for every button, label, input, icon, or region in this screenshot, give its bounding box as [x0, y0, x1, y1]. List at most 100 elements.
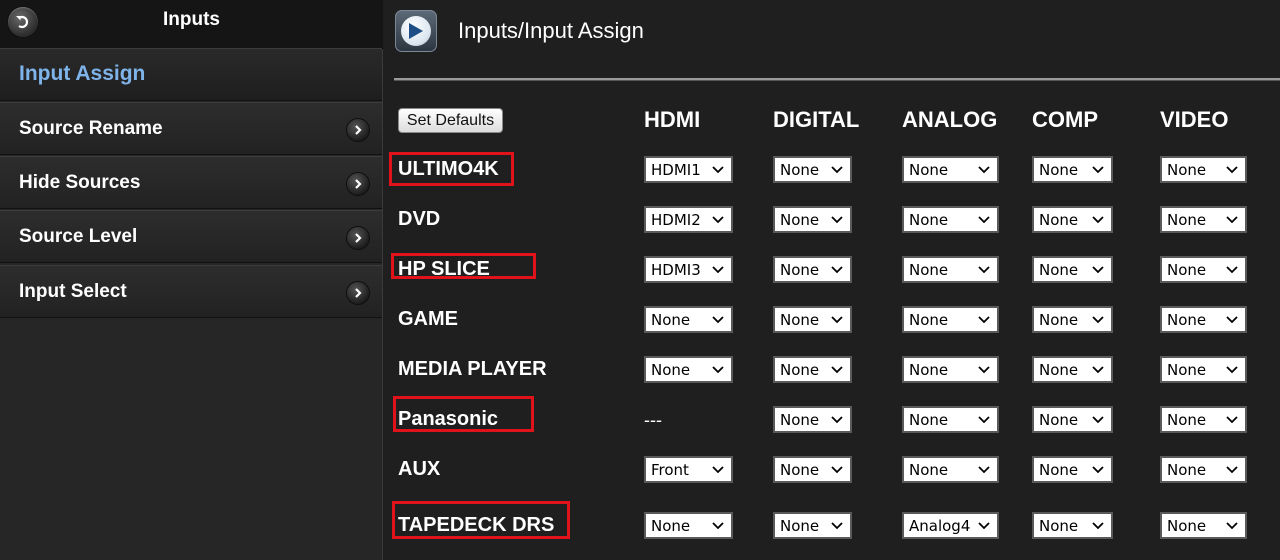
sidebar-item-label: Source Rename: [19, 118, 163, 139]
select-value: HDMI3: [651, 261, 701, 279]
sidebar-item-label: Source Level: [19, 226, 138, 247]
select-value: None: [780, 517, 820, 535]
video-select[interactable]: None: [1160, 456, 1247, 483]
sidebar-item-hide-sources[interactable]: Hide Sources: [0, 156, 382, 209]
select-value: None: [1167, 411, 1207, 429]
sidebar-item-source-rename[interactable]: Source Rename: [0, 102, 382, 155]
column-header-hdmi: HDMI: [644, 107, 701, 132]
select-value: None: [1039, 261, 1079, 279]
chevron-right-icon: [347, 119, 369, 141]
digital-select[interactable]: None: [773, 256, 852, 283]
select-value: None: [1167, 211, 1207, 229]
hdmi-select[interactable]: None: [644, 512, 733, 539]
select-value: None: [651, 311, 691, 329]
source-name: TAPEDECK DRS: [398, 514, 555, 536]
column-header-comp: COMP: [1032, 107, 1098, 132]
select-value: None: [1167, 261, 1207, 279]
hdmi-select[interactable]: HDMI2: [644, 206, 733, 233]
video-select[interactable]: None: [1160, 306, 1247, 333]
comp-select[interactable]: None: [1032, 406, 1113, 433]
sidebar-item-label: Hide Sources: [19, 172, 141, 193]
digital-select[interactable]: None: [773, 356, 852, 383]
sidebar-item-input-assign[interactable]: Input Assign: [0, 48, 382, 101]
column-header-digital: DIGITAL: [773, 107, 860, 132]
sidebar-title: Inputs: [163, 9, 220, 30]
comp-select[interactable]: None: [1032, 512, 1113, 539]
set-defaults-button[interactable]: Set Defaults: [398, 108, 503, 133]
select-value: None: [780, 411, 820, 429]
select-value: None: [1167, 517, 1207, 535]
analog-select[interactable]: None: [902, 256, 999, 283]
column-header-analog: ANALOG: [902, 107, 998, 132]
comp-select[interactable]: None: [1032, 456, 1113, 483]
select-value: Analog4: [909, 517, 971, 535]
digital-select[interactable]: None: [773, 306, 852, 333]
digital-select[interactable]: None: [773, 206, 852, 233]
comp-select[interactable]: None: [1032, 156, 1113, 183]
header-divider: [394, 78, 1280, 81]
comp-select[interactable]: None: [1032, 206, 1113, 233]
hdmi-select[interactable]: None: [644, 356, 733, 383]
analog-select[interactable]: None: [902, 406, 999, 433]
select-value: None: [651, 517, 691, 535]
digital-select[interactable]: None: [773, 456, 852, 483]
video-select[interactable]: None: [1160, 356, 1247, 383]
video-select[interactable]: None: [1160, 406, 1247, 433]
select-value: None: [1039, 161, 1079, 179]
video-select[interactable]: None: [1160, 206, 1247, 233]
hdmi-select[interactable]: Front: [644, 456, 733, 483]
select-value: None: [909, 411, 949, 429]
chevron-right-icon: [347, 173, 369, 195]
select-value: None: [780, 211, 820, 229]
digital-select[interactable]: None: [773, 406, 852, 433]
select-value: None: [1039, 411, 1079, 429]
select-value: None: [909, 261, 949, 279]
chevron-right-icon: [347, 227, 369, 249]
comp-select[interactable]: None: [1032, 356, 1113, 383]
hdmi-select[interactable]: HDMI1: [644, 156, 733, 183]
select-value: None: [909, 311, 949, 329]
analog-select[interactable]: None: [902, 306, 999, 333]
select-value: HDMI2: [651, 211, 701, 229]
comp-select[interactable]: None: [1032, 306, 1113, 333]
analog-select[interactable]: None: [902, 206, 999, 233]
select-value: Front: [651, 461, 689, 479]
source-name: HP SLICE: [398, 258, 490, 280]
source-name: DVD: [398, 208, 441, 230]
comp-select[interactable]: None: [1032, 256, 1113, 283]
chevron-right-icon: [347, 282, 369, 304]
select-value: None: [780, 161, 820, 179]
analog-select[interactable]: Analog4: [902, 512, 999, 539]
hdmi-select[interactable]: None: [644, 306, 733, 333]
page-icon: [395, 10, 437, 52]
play-arrow-icon: [409, 23, 423, 39]
no-hdmi-value: ---: [644, 410, 662, 430]
analog-select[interactable]: None: [902, 356, 999, 383]
page-title: Inputs/Input Assign: [458, 18, 644, 43]
select-value: None: [780, 261, 820, 279]
analog-select[interactable]: None: [902, 156, 999, 183]
video-select[interactable]: None: [1160, 156, 1247, 183]
select-value: None: [1167, 361, 1207, 379]
select-value: None: [1039, 517, 1079, 535]
source-name: GAME: [398, 308, 458, 330]
select-value: None: [780, 361, 820, 379]
select-value: None: [1039, 211, 1079, 229]
select-value: None: [1167, 461, 1207, 479]
select-value: None: [1167, 311, 1207, 329]
hdmi-select[interactable]: HDMI3: [644, 256, 733, 283]
sidebar-item-label: Input Assign: [19, 62, 146, 85]
video-select[interactable]: None: [1160, 512, 1247, 539]
digital-select[interactable]: None: [773, 512, 852, 539]
select-value: None: [909, 461, 949, 479]
video-select[interactable]: None: [1160, 256, 1247, 283]
digital-select[interactable]: None: [773, 156, 852, 183]
select-value: None: [780, 311, 820, 329]
sidebar-item-source-level[interactable]: Source Level: [0, 210, 382, 263]
select-value: None: [1039, 361, 1079, 379]
source-name: ULTIMO4K: [398, 158, 499, 180]
sidebar: Inputs Input Assign Source Rename Hide S…: [0, 0, 383, 560]
analog-select[interactable]: None: [902, 456, 999, 483]
sidebar-header: Inputs: [0, 0, 383, 49]
sidebar-item-input-select[interactable]: Input Select: [0, 265, 382, 318]
